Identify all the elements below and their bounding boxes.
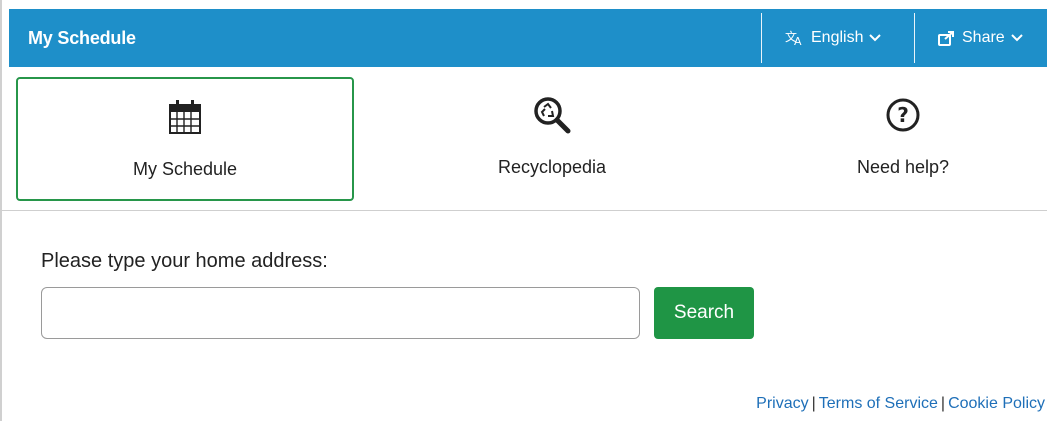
chevron-down-icon xyxy=(869,34,882,42)
share-icon xyxy=(938,30,956,46)
translate-icon: 文 A xyxy=(785,29,805,47)
svg-text:?: ? xyxy=(897,103,909,127)
chevron-down-icon xyxy=(1010,34,1023,42)
address-prompt: Please type your home address: xyxy=(41,250,328,272)
terms-link[interactable]: Terms of Service xyxy=(819,395,938,412)
tile-need-help[interactable]: ? Need help? xyxy=(734,77,1047,201)
footer-links: Privacy | Terms of Service | Cookie Policy xyxy=(756,395,1045,413)
privacy-link[interactable]: Privacy xyxy=(756,395,808,412)
cookie-policy-link[interactable]: Cookie Policy xyxy=(948,395,1045,412)
tile-label: Recyclopedia xyxy=(497,157,607,177)
svg-text:A: A xyxy=(794,35,802,47)
tile-recyclopedia[interactable]: Recyclopedia xyxy=(383,77,721,201)
header-divider xyxy=(761,13,762,63)
tile-label: Need help? xyxy=(856,157,950,177)
help-icon: ? xyxy=(883,95,923,135)
page: My Schedule 文 A English Share My Schedul… xyxy=(0,0,1047,421)
recycle-search-icon xyxy=(532,95,572,135)
language-label: English xyxy=(811,29,864,46)
footer-separator: | xyxy=(940,395,946,412)
language-selector-button[interactable]: 文 A English xyxy=(785,9,882,67)
tile-my-schedule[interactable]: My Schedule xyxy=(16,77,354,201)
search-button[interactable]: Search xyxy=(654,287,754,339)
nav-tiles: My Schedule Recyclopedia ? Need help? xyxy=(2,67,1047,211)
share-button[interactable]: Share xyxy=(938,9,1023,67)
footer-separator: | xyxy=(811,395,816,412)
share-label: Share xyxy=(962,29,1005,46)
app-title: My Schedule xyxy=(28,28,136,48)
header-divider xyxy=(914,13,915,63)
tile-label: My Schedule xyxy=(132,159,238,179)
calendar-icon xyxy=(165,97,205,137)
address-input[interactable] xyxy=(41,287,640,339)
header-bar: My Schedule 文 A English Share xyxy=(9,9,1047,67)
